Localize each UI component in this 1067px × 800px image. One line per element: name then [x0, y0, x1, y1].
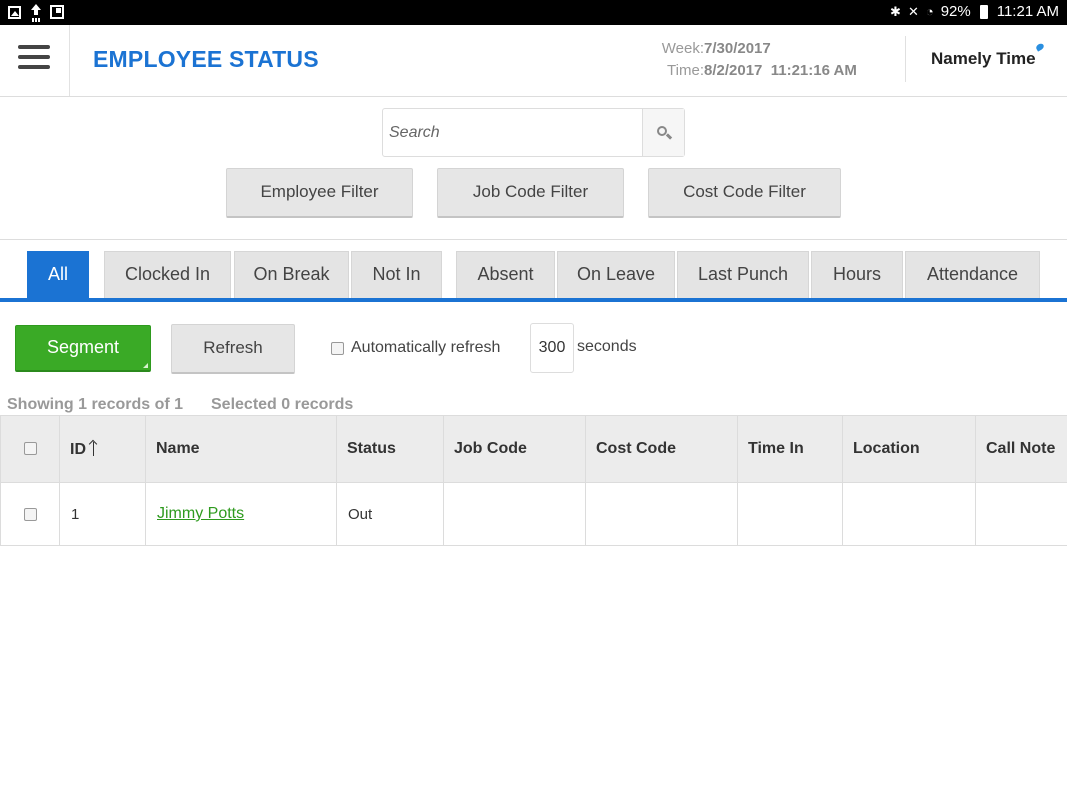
column-header-location[interactable]: Location — [842, 415, 976, 483]
table-header-row: ID Name Status Job Code Cost Code Time I… — [0, 415, 1067, 483]
cost-code-filter-button[interactable]: Cost Code Filter — [648, 168, 841, 218]
brand-logo: Namely Time — [931, 49, 1036, 68]
table-row: 1 Jimmy Potts Out — [0, 482, 1067, 546]
time-value: 8/2/2017 11:21:16 AM — [704, 62, 857, 79]
employee-filter-button[interactable]: Employee Filter — [226, 168, 413, 218]
hamburger-menu-icon[interactable] — [0, 25, 70, 96]
job-code-filter-button[interactable]: Job Code Filter — [437, 168, 624, 218]
column-header-time-in[interactable]: Time In — [737, 415, 843, 483]
select-all-checkbox[interactable] — [23, 442, 37, 456]
bluetooth-icon: ✱ — [890, 3, 901, 19]
cell-call-note — [975, 482, 1067, 546]
segment-label: Segment — [46, 337, 120, 357]
header-divider — [905, 36, 906, 82]
time-label: Time: — [667, 62, 704, 79]
app-header: EMPLOYEE STATUS Week:7/30/2017 Time:8/2/… — [0, 25, 1067, 97]
select-all-cell — [0, 415, 60, 483]
cell-cost-code — [585, 482, 738, 546]
search-box — [382, 108, 685, 157]
tab-clocked-in[interactable]: Clocked In — [104, 251, 231, 298]
segment-button[interactable]: Segment — [15, 325, 151, 372]
cell-status: Out — [336, 482, 444, 546]
tab-last-punch[interactable]: Last Punch — [677, 251, 809, 298]
selected-records-text: Selected 0 records — [211, 396, 354, 413]
mute-icon: ✕ — [907, 3, 919, 19]
section-divider — [0, 239, 1067, 240]
tab-all[interactable]: All — [27, 251, 89, 298]
cell-time-in — [737, 482, 843, 546]
sort-ascending-icon — [89, 440, 99, 456]
cell-name: Jimmy Potts — [145, 482, 337, 546]
search-input[interactable] — [383, 109, 643, 156]
tab-absent[interactable]: Absent — [456, 251, 555, 298]
tabs-underline — [0, 298, 1067, 302]
showing-records-text: Showing 1 records of 1 — [7, 396, 184, 413]
upload-icon — [29, 4, 42, 20]
tab-not-in[interactable]: Not In — [351, 251, 442, 298]
tab-on-leave[interactable]: On Leave — [557, 251, 675, 298]
notification-icons — [8, 4, 64, 20]
seconds-label: seconds — [577, 338, 637, 355]
gallery-icon — [8, 5, 21, 19]
column-header-call-note[interactable]: Call Note — [975, 415, 1067, 483]
cell-location — [842, 482, 976, 546]
employee-status-table: ID Name Status Job Code Cost Code Time I… — [0, 415, 1067, 546]
tab-hours[interactable]: Hours — [811, 251, 903, 298]
column-header-id-label: ID — [70, 440, 86, 458]
column-header-cost-code[interactable]: Cost Code — [585, 415, 738, 483]
brand-leaf-icon — [1035, 42, 1045, 52]
search-button[interactable] — [642, 109, 684, 156]
tab-on-break[interactable]: On Break — [234, 251, 349, 298]
employee-name-link[interactable]: Jimmy Potts — [157, 505, 244, 522]
flipboard-icon — [50, 5, 64, 19]
cell-id: 1 — [59, 482, 146, 546]
cell-job-code — [443, 482, 586, 546]
column-header-job-code[interactable]: Job Code — [443, 415, 586, 483]
dropdown-corner-icon — [143, 363, 148, 368]
row-select-cell — [0, 482, 60, 546]
column-header-id[interactable]: ID — [59, 415, 146, 483]
system-status-bar: ✱ ✕ ◔ 92% 11:21 AM — [0, 0, 1067, 25]
week-label: Week: — [661, 40, 704, 57]
column-header-name[interactable]: Name — [145, 415, 337, 483]
status-tabs: All Clocked In On Break Not In Absent On… — [0, 251, 1067, 301]
refresh-button[interactable]: Refresh — [171, 324, 295, 374]
week-time-info: Week:7/30/2017 Time:8/2/2017 11:21:16 AM — [640, 38, 890, 82]
auto-refresh-checkbox[interactable] — [331, 342, 344, 355]
refresh-seconds-input[interactable] — [530, 323, 574, 373]
battery-percent: 92% — [940, 3, 971, 20]
auto-refresh-label: Automatically refresh — [351, 339, 501, 356]
wifi-icon: ◔ — [925, 4, 934, 19]
clock: 11:21 AM — [996, 3, 1059, 20]
battery-icon — [979, 4, 988, 19]
week-value: 7/30/2017 — [704, 40, 771, 57]
tab-attendance[interactable]: Attendance — [905, 251, 1040, 298]
system-indicators: ✱ ✕ ◔ 92% 11:21 AM — [890, 3, 1059, 20]
row-checkbox[interactable] — [23, 508, 37, 522]
column-header-status[interactable]: Status — [336, 415, 444, 483]
page-title: EMPLOYEE STATUS — [93, 46, 319, 72]
